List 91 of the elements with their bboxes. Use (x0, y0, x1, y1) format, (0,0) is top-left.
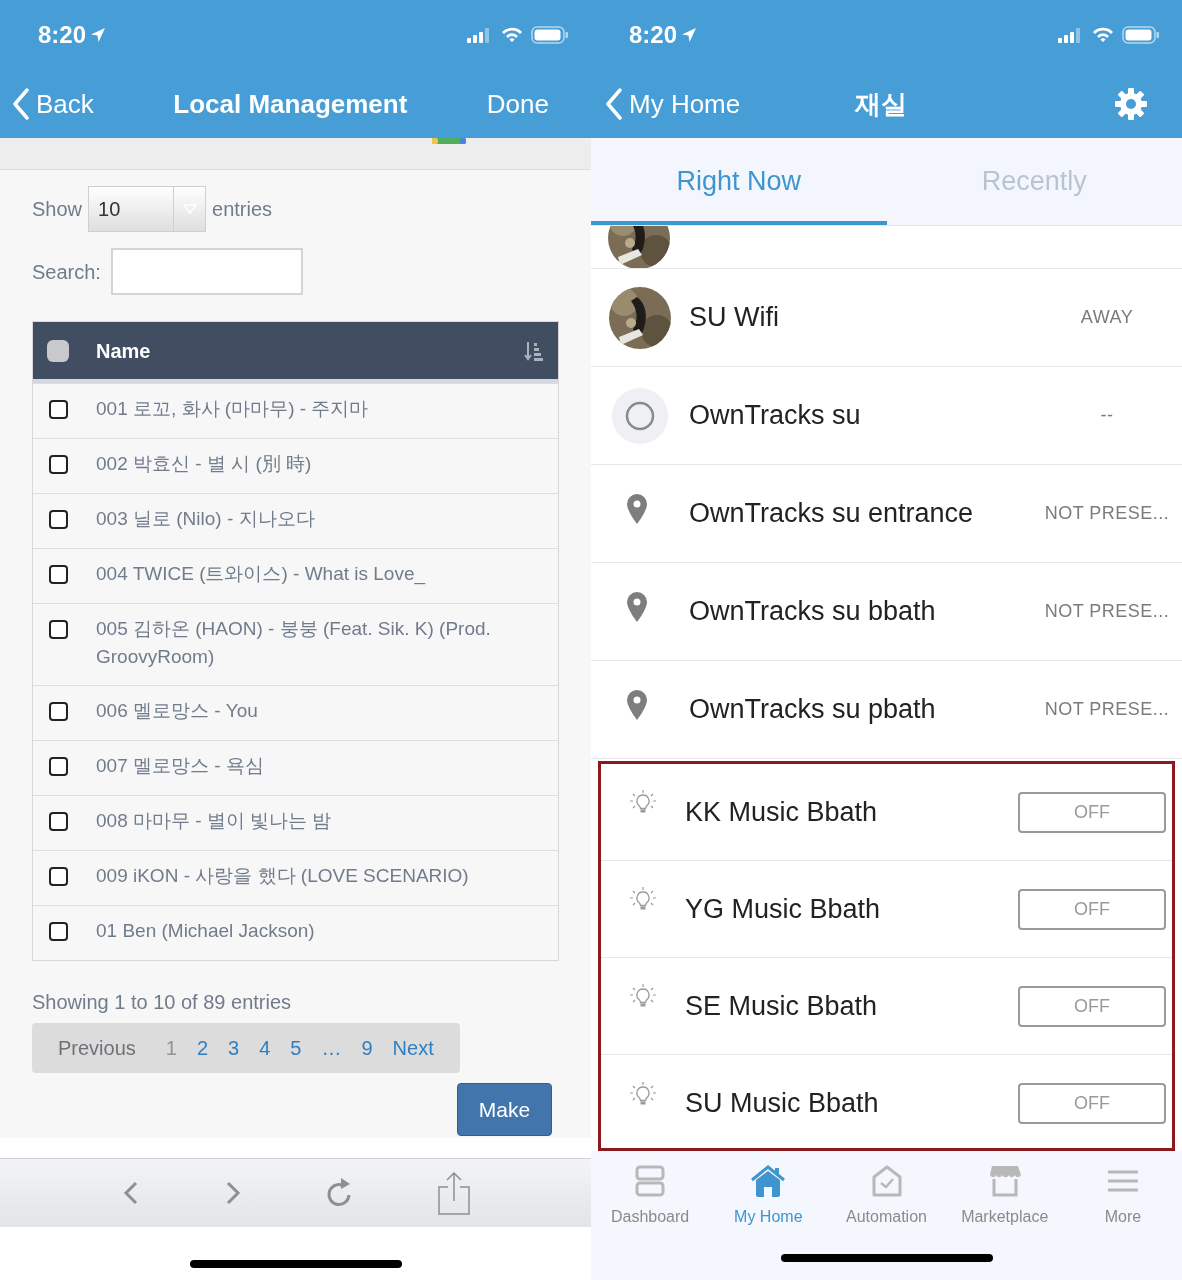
make-button[interactable]: Make (457, 1083, 552, 1136)
row-checkbox[interactable] (49, 812, 68, 831)
row-checkbox[interactable] (49, 510, 68, 529)
location-pin-icon (626, 688, 648, 721)
location-pin-icon (626, 492, 648, 525)
light-bulb-icon (630, 790, 656, 816)
row-checkbox[interactable] (49, 620, 68, 639)
wifi-icon (501, 27, 523, 43)
song-name: 005 김하온 (HAON) - 붕붕 (Feat. Sik. K) (Prod. GroovyRoom) (96, 617, 492, 669)
marketplace-icon (987, 1165, 1022, 1197)
song-name: 008 마마무 - 별이 빛나는 밤 (96, 809, 332, 833)
status-time: 8:20 (38, 20, 87, 50)
pagination-button[interactable]: … (311, 1033, 352, 1063)
back-button[interactable]: My Home (605, 84, 855, 124)
tab-bar-item[interactable]: More (1063, 1163, 1182, 1229)
song-name: 001 로꼬, 화사 (마마무) - 주지마 (96, 397, 369, 421)
automation-icon (871, 1165, 902, 1197)
more-icon (1107, 1169, 1138, 1193)
song-name: 004 TWICE (트와이스) - What is Love_ (96, 562, 426, 587)
light-bulb-icon (630, 1081, 656, 1108)
nav-title: Local Management (173, 87, 408, 121)
light-bulb-icon (630, 887, 656, 913)
off-toggle-button[interactable]: OFF (1018, 791, 1166, 833)
location-arrow-icon (90, 27, 107, 43)
row-checkbox[interactable] (49, 400, 68, 419)
device-name: OwnTracks su (689, 399, 862, 433)
entries-info: Showing 1 to 10 of 89 entries (32, 990, 293, 1015)
presence-status: NOT PRESE... (1043, 600, 1171, 623)
back-chevron-icon (605, 88, 623, 120)
location-pin-icon (626, 590, 648, 623)
switch-name: SE Music Bbath (685, 989, 879, 1023)
row-checkbox[interactable] (49, 565, 68, 584)
song-name: 01 Ben (Michael Jackson) (96, 919, 315, 943)
switch-name: SU Music Bbath (685, 1087, 880, 1121)
pagination-button[interactable]: 9 (351, 1033, 383, 1063)
entries-dropdown[interactable]: 10 (88, 186, 207, 232)
song-name: 009 iKON - 사랑을 했다 (LOVE SCENARIO) (96, 864, 469, 888)
wifi-icon (1092, 27, 1114, 43)
circle-icon (611, 386, 669, 445)
off-toggle-button[interactable]: OFF (1018, 888, 1166, 930)
device-name: OwnTracks su bbath (689, 595, 937, 629)
song-name: 006 멜로망스 - You (96, 699, 258, 723)
presence-status: AWAY (1079, 306, 1135, 329)
back-chevron-icon (12, 88, 30, 120)
back-button[interactable]: Back (12, 84, 94, 124)
battery-icon (531, 26, 569, 44)
location-arrow-icon (681, 27, 698, 43)
pagination-button[interactable]: 3 (218, 1033, 250, 1063)
song-name: 003 닐로 (Nilo) - 지나오다 (96, 507, 315, 531)
search-label: Search: (32, 259, 101, 285)
device-name: SU Wifi (689, 301, 780, 335)
tab[interactable]: Recently (886, 138, 1182, 225)
progress-strip-icon (432, 138, 466, 144)
off-toggle-button[interactable]: OFF (1018, 985, 1166, 1027)
search-field[interactable] (110, 248, 303, 295)
pagination-button[interactable]: 5 (280, 1033, 312, 1063)
sort-icon[interactable] (524, 340, 544, 361)
row-checkbox[interactable] (49, 702, 68, 721)
done-button[interactable]: Done (486, 84, 549, 124)
switch-name: YG Music Bbath (685, 892, 882, 926)
presence-status: NOT PRESE... (1043, 502, 1171, 525)
tab-bar-item[interactable]: Automation (827, 1163, 946, 1229)
device-name: OwnTracks su entrance (689, 497, 975, 531)
presence-status: -- (1099, 404, 1115, 427)
header-checkbox[interactable] (47, 339, 69, 362)
dashboard-icon (635, 1165, 666, 1197)
home-icon (751, 1165, 786, 1197)
switch-name: KK Music Bbath (685, 795, 879, 829)
light-bulb-icon (630, 984, 656, 1010)
pagination-button[interactable]: 4 (249, 1033, 281, 1063)
row-checkbox[interactable] (49, 922, 68, 941)
song-name: 002 박효신 - 별 시 (別 時) (96, 452, 312, 476)
tab-bar-item[interactable]: Marketplace (945, 1163, 1064, 1229)
tab-bar-item[interactable]: My Home (709, 1163, 828, 1229)
row-checkbox[interactable] (49, 867, 68, 886)
row-checkbox[interactable] (49, 455, 68, 474)
device-name: OwnTracks su pbath (689, 693, 937, 727)
presence-status: NOT PRESE... (1043, 698, 1171, 721)
off-toggle-button[interactable]: OFF (1018, 1083, 1166, 1124)
pagination-button[interactable]: 1 (155, 1033, 187, 1063)
battery-icon (1122, 26, 1160, 44)
tab-bar-item[interactable]: Dashboard (591, 1163, 710, 1229)
status-time: 8:20 (629, 20, 678, 50)
show-label: Show (32, 197, 83, 222)
settings-icon[interactable] (1114, 87, 1148, 121)
entries-label: entries (212, 197, 273, 222)
pagination-button[interactable]: Next (382, 1033, 444, 1063)
song-name: 007 멜로망스 - 욕심 (96, 754, 264, 778)
row-checkbox[interactable] (49, 757, 68, 776)
pagination-button[interactable]: 2 (186, 1033, 219, 1063)
nav-title: 재실 (855, 87, 908, 121)
